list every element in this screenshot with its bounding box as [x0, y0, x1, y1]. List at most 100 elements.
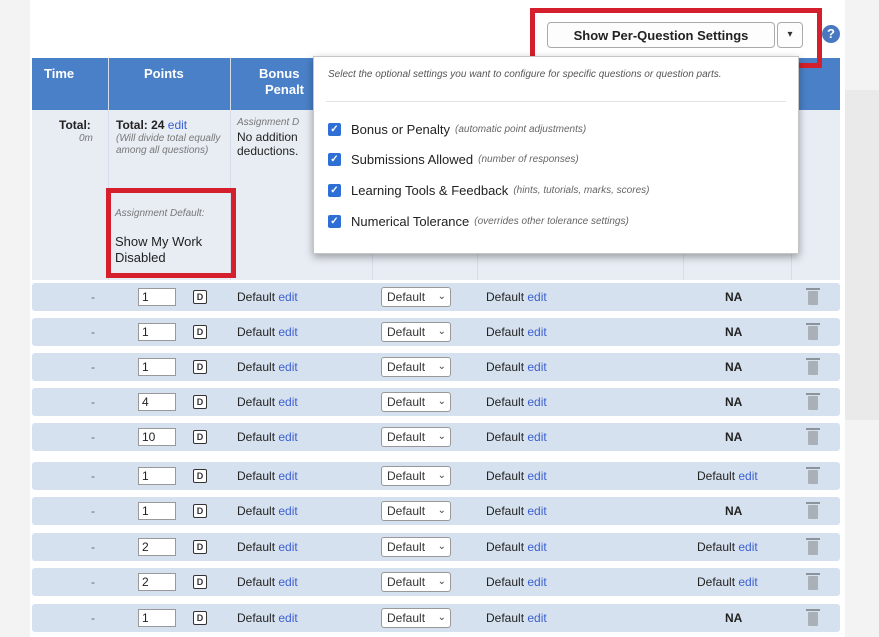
edit-link[interactable]: edit: [278, 504, 297, 518]
edit-link[interactable]: edit: [738, 540, 757, 554]
tolerance-value: NA: [725, 360, 742, 374]
show-work-d-icon[interactable]: D: [193, 430, 207, 444]
show-work-d-icon[interactable]: D: [193, 290, 207, 304]
points-input[interactable]: 1: [138, 467, 176, 485]
points-edit-link[interactable]: edit: [168, 118, 187, 132]
submissions-select[interactable]: Default ⌄: [381, 287, 451, 307]
trash-icon[interactable]: [806, 467, 820, 484]
show-work-d-icon[interactable]: D: [193, 504, 207, 518]
bonus-default: Default edit: [237, 395, 298, 409]
edit-link[interactable]: edit: [278, 430, 297, 444]
points-input[interactable]: 1: [138, 358, 176, 376]
edit-link[interactable]: edit: [278, 290, 297, 304]
edit-link[interactable]: edit: [527, 504, 546, 518]
edit-link[interactable]: edit: [278, 611, 297, 625]
edit-link[interactable]: edit: [527, 540, 546, 554]
points-input[interactable]: 1: [138, 502, 176, 520]
time-total-label: Total:: [59, 118, 91, 132]
submissions-select[interactable]: Default ⌄: [381, 466, 451, 486]
submissions-select[interactable]: Default ⌄: [381, 357, 451, 377]
edit-link[interactable]: edit: [278, 469, 297, 483]
trash-icon[interactable]: [806, 428, 820, 445]
tolerance-text: Default: [697, 469, 736, 483]
points-input[interactable]: 4: [138, 393, 176, 411]
points-input[interactable]: 1: [138, 609, 176, 627]
trash-icon[interactable]: [806, 393, 820, 410]
show-work-d-icon[interactable]: D: [193, 611, 207, 625]
show-work-d-icon[interactable]: D: [193, 360, 207, 374]
edit-link[interactable]: edit: [527, 325, 546, 339]
show-work-d-icon[interactable]: D: [193, 540, 207, 554]
show-work-d-icon[interactable]: D: [193, 469, 207, 483]
option-sublabel: (overrides other tolerance settings): [474, 215, 629, 227]
select-value: Default: [387, 540, 426, 554]
checkbox-checked-icon[interactable]: ✓: [328, 214, 341, 228]
help-icon[interactable]: ?: [822, 25, 840, 43]
learning-tools-default: Default edit: [486, 575, 547, 589]
edit-link[interactable]: edit: [738, 469, 757, 483]
column-divider: [372, 252, 373, 280]
default-text: Default: [237, 575, 276, 589]
submissions-select[interactable]: Default ⌄: [381, 427, 451, 447]
points-input[interactable]: 2: [138, 573, 176, 591]
option-bonus-penalty[interactable]: ✓ Bonus or Penalty (automatic point adju…: [328, 120, 586, 138]
trash-icon[interactable]: [806, 573, 820, 590]
tolerance-text: NA: [725, 430, 743, 444]
edit-link[interactable]: edit: [278, 360, 297, 374]
submissions-select[interactable]: Default ⌄: [381, 501, 451, 521]
tolerance-value: Default edit: [697, 575, 758, 589]
edit-link[interactable]: edit: [527, 469, 546, 483]
default-text: Default: [486, 611, 525, 625]
checkbox-checked-icon[interactable]: ✓: [328, 183, 341, 197]
select-value: Default: [387, 504, 426, 518]
points-input[interactable]: 2: [138, 538, 176, 556]
edit-link[interactable]: edit: [527, 395, 546, 409]
trash-icon[interactable]: [806, 323, 820, 340]
learning-tools-default: Default edit: [486, 360, 547, 374]
row-time: -: [91, 469, 95, 483]
select-value: Default: [387, 575, 426, 589]
default-text: Default: [486, 360, 525, 374]
select-value: Default: [387, 290, 426, 304]
trash-icon[interactable]: [806, 358, 820, 375]
edit-link[interactable]: edit: [738, 575, 757, 589]
submissions-select[interactable]: Default ⌄: [381, 608, 451, 628]
edit-link[interactable]: edit: [527, 611, 546, 625]
edit-link[interactable]: edit: [278, 575, 297, 589]
trash-icon[interactable]: [806, 609, 820, 626]
edit-link[interactable]: edit: [278, 395, 297, 409]
checkbox-checked-icon[interactable]: ✓: [328, 152, 341, 166]
default-text: Default: [486, 575, 525, 589]
points-input[interactable]: 1: [138, 323, 176, 341]
submissions-select[interactable]: Default ⌄: [381, 392, 451, 412]
option-sublabel: (number of responses): [478, 153, 579, 165]
edit-link[interactable]: edit: [527, 430, 546, 444]
option-submissions-allowed[interactable]: ✓ Submissions Allowed (number of respons…: [328, 150, 579, 168]
option-numerical-tolerance[interactable]: ✓ Numerical Tolerance (overrides other t…: [328, 212, 629, 230]
option-learning-tools[interactable]: ✓ Learning Tools & Feedback (hints, tuto…: [328, 181, 649, 199]
show-work-d-icon[interactable]: D: [193, 325, 207, 339]
chevron-down-icon: ⌄: [437, 291, 446, 302]
trash-icon[interactable]: [806, 288, 820, 305]
edit-link[interactable]: edit: [278, 540, 297, 554]
points-input[interactable]: 1: [138, 288, 176, 306]
option-sublabel: (automatic point adjustments): [455, 123, 587, 135]
row-time: -: [91, 611, 95, 625]
points-input[interactable]: 10: [138, 428, 176, 446]
trash-icon[interactable]: [806, 502, 820, 519]
submissions-select[interactable]: Default ⌄: [381, 537, 451, 557]
show-work-d-icon[interactable]: D: [193, 575, 207, 589]
submissions-select[interactable]: Default ⌄: [381, 572, 451, 592]
trash-icon[interactable]: [806, 538, 820, 555]
edit-link[interactable]: edit: [527, 290, 546, 304]
default-text: Default: [237, 290, 276, 304]
checkbox-checked-icon[interactable]: ✓: [328, 122, 341, 136]
submissions-select[interactable]: Default ⌄: [381, 322, 451, 342]
chevron-down-icon: ⌄: [437, 396, 446, 407]
select-value: Default: [387, 469, 426, 483]
edit-link[interactable]: edit: [278, 325, 297, 339]
edit-link[interactable]: edit: [527, 360, 546, 374]
edit-link[interactable]: edit: [527, 575, 546, 589]
show-work-d-icon[interactable]: D: [193, 395, 207, 409]
bonus-default: Default edit: [237, 575, 298, 589]
